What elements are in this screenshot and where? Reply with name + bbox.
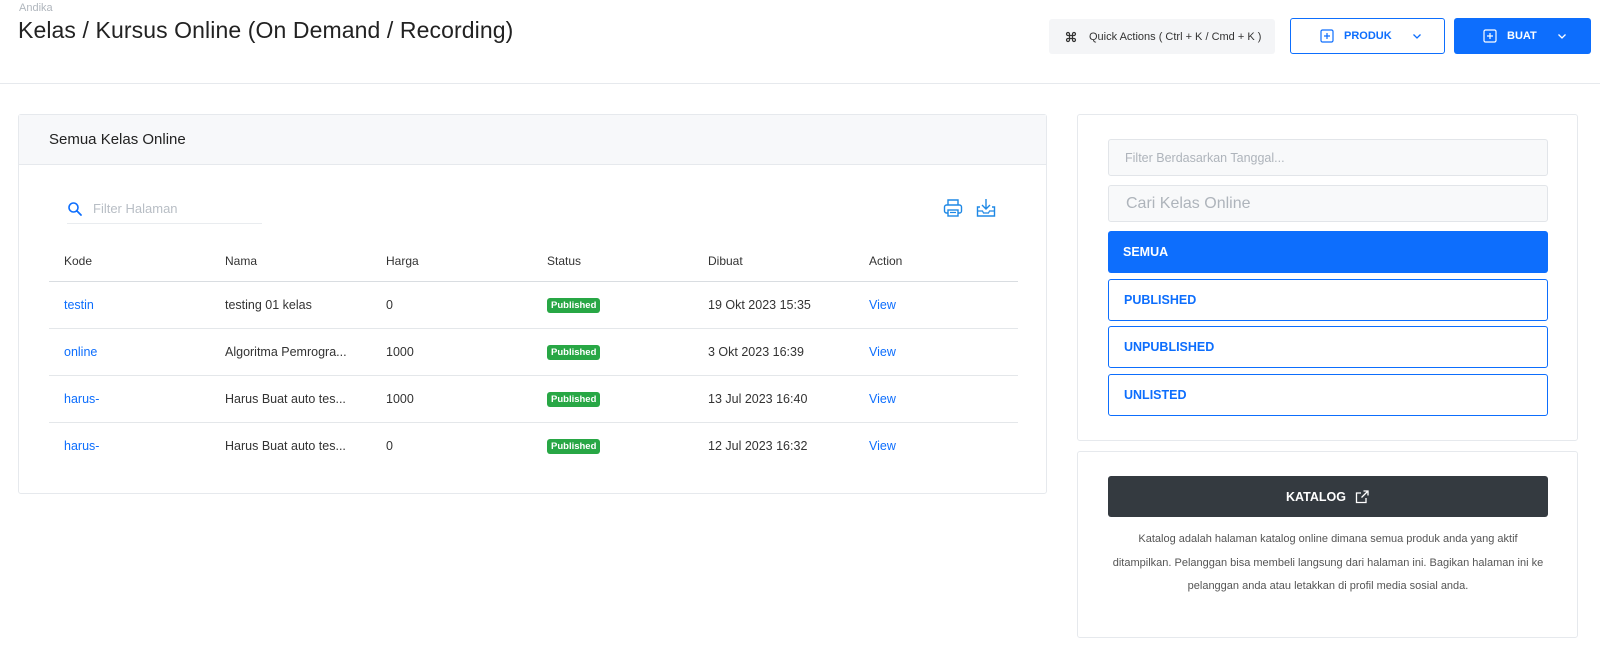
view-link[interactable]: View [869, 298, 896, 312]
column-header-dibuat[interactable]: Dibuat [693, 241, 854, 282]
date-filter-input[interactable] [1125, 150, 1547, 165]
breadcrumb[interactable]: Andika [19, 2, 53, 14]
katalog-label: KATALOG [1286, 489, 1346, 504]
katalog-description: Katalog adalah halaman katalog online di… [1112, 533, 1544, 592]
buat-dropdown-button[interactable]: BUAT [1454, 18, 1591, 54]
status-badge: Published [547, 297, 601, 313]
filter-sidebar-card: SEMUA PUBLISHED UNPUBLISHED UNLISTED [1077, 114, 1578, 441]
online-class-table: Kode Nama Harga Status Dibuat Action tes… [49, 241, 1018, 469]
class-name: Harus Buat auto tes... [210, 375, 371, 423]
class-name: testing 01 kelas [210, 281, 371, 329]
class-price: 0 [386, 438, 393, 453]
filter-page-input[interactable] [93, 201, 253, 216]
column-header-action: Action [854, 241, 1018, 282]
class-code-link[interactable]: harus- [64, 439, 99, 453]
class-code-link[interactable]: testin [64, 298, 94, 312]
filter-semua-button[interactable]: SEMUA [1108, 231, 1548, 273]
class-name: Algoritma Pemrogra... [210, 328, 371, 376]
produk-label: PRODUK [1344, 30, 1392, 42]
quick-actions-label: Quick Actions ( Ctrl + K / Cmd + K ) [1089, 30, 1262, 43]
card-title: Semua Kelas Online [49, 131, 186, 148]
column-header-kode[interactable]: Kode [49, 241, 210, 282]
card-header: Semua Kelas Online [19, 115, 1046, 165]
top-bar: Andika Kelas / Kursus Online (On Demand … [0, 0, 1600, 84]
page-title: Kelas / Kursus Online (On Demand / Recor… [18, 17, 514, 43]
search-class-input[interactable] [1126, 194, 1547, 213]
table-row: harus- Harus Buat auto tes... 1000 Publi… [49, 375, 1018, 423]
table-row: testin testing 01 kelas 0 Published 19 O… [49, 281, 1018, 329]
created-date: 12 Jul 2023 16:32 [708, 438, 808, 453]
plus-square-icon [1483, 29, 1497, 43]
table-row: harus- Harus Buat auto tes... 0 Publishe… [49, 422, 1018, 469]
column-header-status[interactable]: Status [532, 241, 693, 282]
class-name: Harus Buat auto tes... [225, 438, 346, 453]
created-date: 3 Okt 2023 16:39 [693, 328, 854, 376]
table-row: online Algoritma Pemrogra... 1000 Publis… [49, 328, 1018, 376]
class-price: 0 [371, 281, 532, 329]
chevron-down-icon [1412, 31, 1422, 41]
date-filter-field [1108, 139, 1548, 176]
search-class-field [1108, 185, 1548, 222]
view-link[interactable]: View [869, 345, 896, 359]
status-badge: Published [547, 344, 601, 360]
view-link[interactable]: View [869, 392, 896, 406]
buat-label: BUAT [1507, 30, 1537, 42]
created-date: 19 Okt 2023 15:35 [693, 281, 854, 329]
online-class-list-card: Semua Kelas Online Kode Nama Harga Statu… [18, 114, 1047, 494]
class-price: 1000 [371, 328, 532, 376]
produk-dropdown-button[interactable]: PRODUK [1290, 18, 1445, 54]
filter-unlisted-button[interactable]: UNLISTED [1108, 374, 1548, 416]
chevron-down-icon [1557, 31, 1567, 41]
page-filter [67, 194, 262, 224]
class-code-link[interactable]: online [64, 345, 97, 359]
external-link-icon [1354, 489, 1370, 505]
plus-square-icon [1320, 29, 1334, 43]
filter-published-button[interactable]: PUBLISHED [1108, 279, 1548, 321]
status-badge: Published [547, 391, 601, 407]
katalog-card: KATALOG Katalog adalah halaman katalog o… [1077, 451, 1578, 638]
class-price: 1000 [371, 375, 532, 423]
column-header-nama[interactable]: Nama [210, 241, 371, 282]
command-icon [1063, 29, 1079, 45]
quick-actions-button[interactable]: Quick Actions ( Ctrl + K / Cmd + K ) [1049, 19, 1275, 54]
download-icon[interactable] [975, 197, 997, 219]
filter-unpublished-button[interactable]: UNPUBLISHED [1108, 326, 1548, 368]
search-icon [67, 201, 83, 217]
table-header-row: Kode Nama Harga Status Dibuat Action [49, 241, 1018, 282]
created-date: 13 Jul 2023 16:40 [693, 375, 854, 423]
view-link[interactable]: View [869, 439, 896, 453]
class-code-link[interactable]: harus- [64, 392, 99, 406]
column-header-harga[interactable]: Harga [371, 241, 532, 282]
katalog-button[interactable]: KATALOG [1108, 476, 1548, 517]
printer-icon[interactable] [942, 197, 964, 219]
status-badge: Published [547, 438, 601, 454]
